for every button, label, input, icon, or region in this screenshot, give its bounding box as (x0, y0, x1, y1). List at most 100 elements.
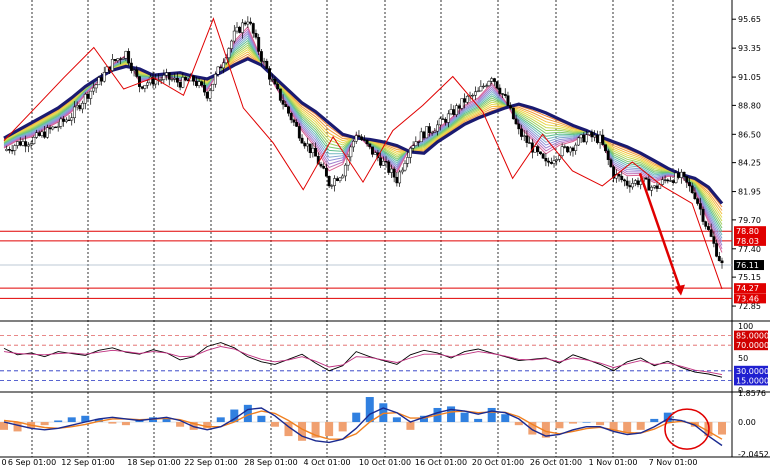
macd-histogram-bar[interactable] (474, 418, 483, 423)
candle[interactable] (525, 135, 529, 143)
candle[interactable] (284, 104, 288, 108)
candle[interactable] (13, 145, 17, 151)
candle[interactable] (446, 113, 450, 123)
candle[interactable] (411, 145, 415, 149)
candle[interactable] (119, 58, 122, 60)
candle[interactable] (707, 226, 710, 230)
candle[interactable] (438, 118, 442, 126)
candle[interactable] (335, 178, 339, 181)
candle[interactable] (35, 132, 38, 138)
candle[interactable] (663, 179, 667, 181)
candle[interactable] (566, 146, 570, 153)
candle[interactable] (273, 78, 277, 85)
candle[interactable] (62, 118, 66, 122)
candle[interactable] (579, 134, 583, 139)
macd-histogram-bar[interactable] (40, 422, 49, 426)
candle[interactable] (522, 135, 526, 137)
macd-histogram-bar[interactable] (243, 404, 252, 423)
candle[interactable] (408, 147, 412, 158)
candle[interactable] (324, 168, 328, 177)
candle[interactable] (222, 62, 225, 69)
candle[interactable] (606, 150, 610, 160)
candle[interactable] (511, 107, 515, 120)
candle[interactable] (257, 37, 261, 52)
candle[interactable] (232, 30, 236, 42)
candle[interactable] (520, 128, 523, 137)
candle[interactable] (639, 180, 643, 185)
candle[interactable] (173, 77, 177, 80)
candle[interactable] (121, 57, 125, 60)
macd-histogram-bar[interactable] (447, 406, 456, 423)
candle[interactable] (417, 141, 420, 143)
candle[interactable] (463, 98, 467, 103)
candle[interactable] (506, 95, 510, 106)
macd-histogram-bar[interactable] (121, 422, 130, 426)
candle[interactable] (498, 87, 502, 94)
candle[interactable] (717, 256, 721, 262)
candle[interactable] (387, 161, 391, 173)
candle[interactable] (230, 40, 234, 49)
candle[interactable] (205, 91, 209, 99)
candle[interactable] (444, 119, 448, 123)
macd-histogram-bar[interactable] (514, 422, 523, 426)
candle[interactable] (457, 105, 461, 109)
candle[interactable] (595, 134, 599, 143)
candle[interactable] (100, 77, 103, 82)
candle[interactable] (184, 77, 187, 81)
candle[interactable] (10, 149, 14, 152)
candle[interactable] (249, 21, 253, 24)
candle[interactable] (590, 131, 594, 138)
candle[interactable] (129, 62, 133, 71)
candle[interactable] (124, 51, 128, 59)
candle[interactable] (295, 122, 299, 127)
candle[interactable] (81, 102, 85, 110)
macd-histogram-bar[interactable] (596, 422, 605, 426)
candle[interactable] (56, 126, 60, 128)
candle[interactable] (422, 131, 426, 139)
candle[interactable] (403, 163, 407, 171)
candle[interactable] (308, 143, 312, 154)
candle[interactable] (503, 93, 507, 96)
candle[interactable] (246, 21, 250, 25)
candle[interactable] (362, 139, 366, 141)
candle[interactable] (40, 131, 44, 136)
candle[interactable] (414, 141, 418, 146)
candle[interactable] (352, 140, 355, 148)
candle[interactable] (631, 183, 635, 188)
macd-histogram-bar[interactable] (636, 422, 645, 430)
candle[interactable] (208, 90, 212, 99)
candle[interactable] (604, 144, 607, 152)
candle[interactable] (357, 135, 361, 137)
candle[interactable] (509, 105, 513, 109)
candle[interactable] (460, 98, 464, 109)
candle[interactable] (471, 94, 475, 97)
candle[interactable] (666, 179, 670, 182)
candle[interactable] (254, 33, 258, 38)
macd-histogram-bar[interactable] (487, 407, 496, 423)
candle[interactable] (541, 153, 545, 159)
candle[interactable] (94, 84, 98, 89)
candle[interactable] (70, 117, 74, 121)
candle[interactable] (67, 119, 71, 122)
candle[interactable] (48, 127, 52, 130)
candle[interactable] (441, 118, 445, 120)
candle[interactable] (379, 157, 383, 166)
candle[interactable] (213, 74, 217, 85)
candle[interactable] (21, 141, 25, 146)
candle[interactable] (138, 76, 141, 87)
macd-histogram-bar[interactable] (501, 414, 510, 423)
candle[interactable] (669, 180, 672, 182)
candle[interactable] (86, 93, 90, 99)
candle[interactable] (419, 131, 423, 143)
macd-histogram-bar[interactable] (568, 422, 577, 424)
macd-histogram-bar[interactable] (582, 422, 591, 423)
candle[interactable] (598, 134, 602, 143)
candle[interactable] (587, 131, 591, 136)
candle[interactable] (360, 136, 364, 140)
candle[interactable] (211, 83, 215, 92)
candle[interactable] (243, 22, 247, 25)
candle[interactable] (685, 176, 689, 183)
macd-histogram-bar[interactable] (325, 422, 334, 437)
candle[interactable] (165, 72, 169, 76)
candle[interactable] (365, 139, 369, 145)
